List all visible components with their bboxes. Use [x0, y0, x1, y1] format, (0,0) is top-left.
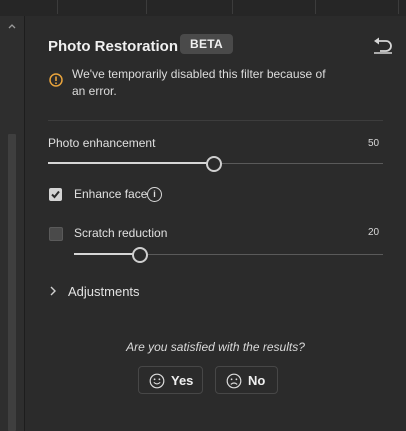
enhancement-label: Photo enhancement — [48, 136, 156, 150]
slider-knob[interactable] — [132, 247, 148, 263]
top-divider — [57, 0, 58, 14]
scratch-reduction-value: 20 — [368, 227, 380, 238]
smile-icon — [149, 373, 165, 389]
yes-button[interactable]: Yes — [138, 366, 203, 394]
no-label: No — [248, 373, 266, 388]
no-button[interactable]: No — [215, 366, 278, 394]
yes-label: Yes — [171, 373, 194, 388]
slider-knob[interactable] — [206, 156, 222, 172]
slider-fill — [48, 162, 208, 164]
enhance-face-checkbox[interactable] — [49, 188, 62, 201]
info-icon[interactable]: i — [147, 187, 162, 202]
scrollbar-thumb[interactable] — [8, 134, 16, 431]
panel-title: Photo Restoration — [48, 38, 178, 55]
scratch-reduction-checkbox[interactable] — [49, 227, 63, 241]
scrollbar[interactable] — [0, 16, 25, 431]
warning-message: We've temporarily disabled this filter b… — [72, 67, 326, 98]
top-divider — [146, 0, 147, 14]
top-divider — [398, 0, 399, 14]
adjustments-toggle[interactable]: Adjustments — [68, 284, 140, 299]
chevron-right-icon[interactable] — [49, 286, 57, 296]
section-divider — [48, 120, 383, 121]
frown-icon — [226, 373, 242, 389]
enhance-face-label: Enhance face — [74, 187, 148, 201]
enhancement-value: 50 — [368, 138, 380, 149]
scratch-reduction-label: Scratch reduction — [74, 226, 168, 240]
beta-badge: BETA — [180, 34, 233, 54]
scroll-up-icon[interactable] — [8, 20, 16, 32]
undo-icon[interactable] — [372, 36, 394, 54]
window-top-strip — [0, 0, 406, 17]
top-divider — [315, 0, 316, 14]
photo-restoration-panel: Photo Restoration BETA We've temporarily… — [25, 16, 406, 431]
warning-circle-icon — [49, 73, 63, 87]
top-divider — [232, 0, 233, 14]
slider-fill — [74, 253, 134, 255]
feedback-question: Are you satisfied with the results? — [126, 340, 305, 354]
